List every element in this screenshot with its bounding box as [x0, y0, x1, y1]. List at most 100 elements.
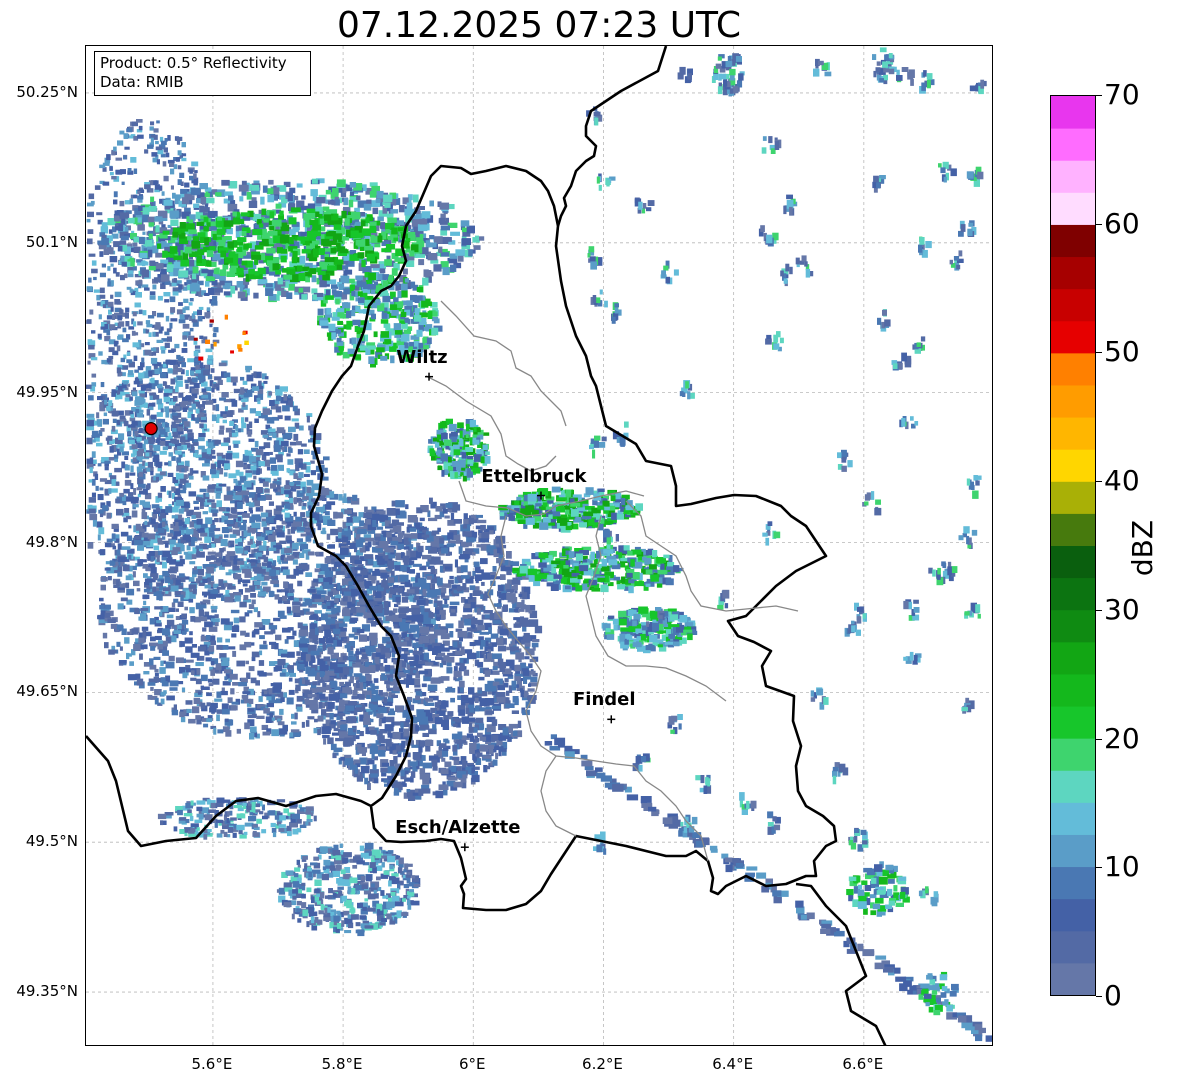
- echo-cell: [517, 720, 522, 728]
- echo-cell: [330, 743, 337, 751]
- echo-cell: [259, 644, 268, 650]
- echo-cell: [346, 645, 351, 653]
- echo-cell: [435, 506, 443, 512]
- echo-cell: [279, 708, 284, 715]
- echo-cell: [431, 567, 435, 574]
- echo-cell: [424, 616, 428, 621]
- echo-cell: [207, 551, 216, 555]
- echo-cell: [374, 756, 378, 761]
- echo-cell: [178, 483, 183, 489]
- echo-cell: [200, 532, 208, 537]
- echo-cell: [250, 593, 256, 598]
- echo-cell: [441, 547, 449, 554]
- echo-cell: [327, 646, 334, 655]
- echo-cell: [96, 412, 100, 419]
- echo-cell: [440, 633, 450, 640]
- echo-cell: [385, 615, 393, 621]
- echo-cell: [453, 670, 462, 678]
- echo-cell: [106, 538, 113, 543]
- echo-cell: [125, 307, 130, 313]
- echo-cell: [148, 551, 155, 557]
- echo-cell: [164, 462, 169, 466]
- echo-cell: [165, 315, 170, 322]
- echo-cell: [109, 166, 113, 171]
- echo-cell: [481, 581, 485, 586]
- echo-cell: [417, 578, 427, 584]
- echo-cell: [298, 425, 304, 431]
- echo-cell: [333, 640, 337, 647]
- echo-cell: [377, 556, 383, 562]
- echo-cell: [374, 606, 383, 614]
- echo-cell: [189, 561, 196, 565]
- echo-cell: [150, 686, 154, 691]
- echo-cell: [291, 713, 295, 719]
- echo-cell: [269, 400, 275, 406]
- echo-cell: [158, 497, 162, 502]
- echo-cell: [494, 746, 504, 750]
- echo-cell: [408, 649, 414, 653]
- echo-cell: [159, 585, 163, 591]
- echo-cell: [272, 531, 276, 536]
- echo-cell: [202, 627, 207, 632]
- echo-cell: [91, 451, 96, 458]
- echo-cell: [326, 533, 331, 540]
- echo-cell: [119, 200, 125, 207]
- echo-cell: [387, 577, 394, 583]
- echo-cell: [156, 594, 163, 601]
- echo-cell: [438, 743, 447, 749]
- echo-cell: [222, 659, 229, 666]
- echo-cell: [190, 670, 195, 675]
- echo-cell: [476, 752, 483, 757]
- echo-cell: [317, 728, 321, 736]
- echo-cell: [468, 687, 475, 695]
- echo-cell: [273, 617, 281, 622]
- echo-cell: [242, 579, 251, 584]
- echo-cell: [342, 596, 348, 602]
- echo-cell: [286, 539, 293, 544]
- echo-cell: [318, 638, 326, 644]
- echo-cell: [275, 492, 281, 496]
- echo-cell: [240, 490, 250, 496]
- echo-cell: [100, 584, 106, 591]
- echo-cell: [461, 575, 470, 579]
- echo-cell: [184, 628, 188, 632]
- echo-cell: [196, 496, 200, 501]
- echo-cell: [172, 547, 181, 552]
- echo-cell: [477, 519, 487, 524]
- echo-cell: [231, 633, 237, 638]
- echo-cell: [94, 473, 99, 480]
- echo-cell: [368, 665, 375, 673]
- echo-cell: [175, 616, 180, 620]
- echo-cell: [418, 746, 423, 753]
- echo-cell: [91, 382, 97, 387]
- echo-cell: [259, 635, 265, 640]
- echo-cell: [175, 657, 184, 664]
- echo-cell: [336, 605, 341, 613]
- echo-cell: [422, 554, 432, 560]
- echo-cell: [527, 688, 535, 692]
- echo-cell: [178, 573, 185, 578]
- echo-cell: [297, 569, 304, 575]
- radar-map[interactable]: [85, 45, 993, 1046]
- echo-cell: [417, 614, 424, 623]
- echo-cell: [512, 730, 518, 736]
- echo-cell: [460, 565, 468, 573]
- echo-cell: [220, 539, 228, 546]
- echo-cell: [176, 457, 182, 463]
- echo-cell: [240, 630, 246, 636]
- echo-cell: [322, 515, 330, 520]
- echo-cell: [270, 683, 276, 687]
- echo-cell: [152, 573, 158, 581]
- echo-cell: [226, 486, 231, 492]
- echo-cell: [99, 513, 104, 518]
- echo-cell: [145, 320, 151, 324]
- echo-cell: [399, 574, 409, 582]
- echo-cell: [432, 724, 437, 730]
- echo-cell: [255, 411, 261, 416]
- echo-cell: [325, 670, 335, 676]
- echo-cell: [232, 440, 241, 444]
- echo-cell: [394, 522, 404, 526]
- echo-cell: [224, 534, 229, 538]
- echo-cell: [434, 717, 443, 725]
- echo-cell: [403, 728, 410, 737]
